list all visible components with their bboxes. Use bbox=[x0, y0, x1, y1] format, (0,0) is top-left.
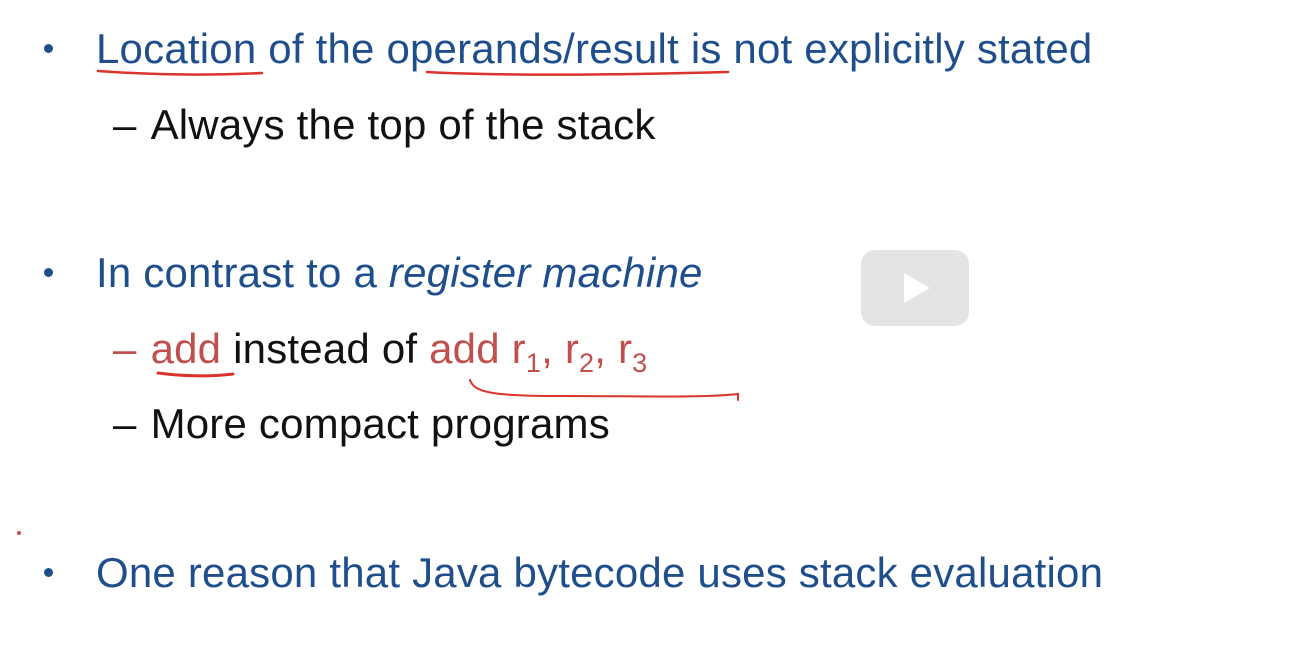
bullet-dot bbox=[44, 568, 53, 577]
play-button[interactable] bbox=[861, 250, 969, 326]
subitem-text: More compact programs bbox=[150, 400, 610, 447]
dash-marker: – bbox=[113, 325, 137, 372]
bullet-dot bbox=[44, 44, 53, 53]
dash-marker: – bbox=[113, 101, 137, 148]
dash-marker: – bbox=[113, 400, 137, 447]
subitem-text: Always the top of the stack bbox=[150, 101, 656, 148]
slide: Location of the operands/result is not e… bbox=[0, 0, 1297, 658]
register-comma-1: , r bbox=[541, 325, 580, 372]
subitem-add-registers: add r1, r2, r3 bbox=[429, 325, 647, 377]
register-sub-2: 2 bbox=[579, 348, 595, 378]
bullet-1-part-location: Location bbox=[96, 25, 257, 72]
register-sub-3: 3 bbox=[632, 348, 648, 378]
subitem-instead-of: instead of bbox=[221, 325, 430, 372]
bullet-1: Location of the operands/result is not e… bbox=[96, 24, 1092, 74]
bullet-3: One reason that Java bytecode uses stack… bbox=[96, 548, 1103, 598]
ink-dot bbox=[17, 531, 21, 535]
register-sub-1: 1 bbox=[525, 348, 542, 378]
underline-add-registers bbox=[469, 379, 739, 401]
register-add-r: add r bbox=[429, 325, 526, 372]
bullet-2-part-register-machine: register machine bbox=[388, 249, 703, 296]
bullet-2-subitem-2: – More compact programs bbox=[113, 399, 610, 449]
bullet-1-part-operands: operands/result bbox=[386, 25, 679, 72]
bullet-1-part-2: of the bbox=[256, 25, 387, 72]
subitem-add: add bbox=[150, 325, 222, 372]
bullet-1-part-4: is not explicitly stated bbox=[678, 25, 1093, 72]
bullet-2-subitem-1: – add instead of add r1, r2, r3 bbox=[113, 324, 647, 377]
bullet-dot bbox=[44, 268, 53, 277]
bullet-3-text: One reason that Java bytecode uses stack… bbox=[96, 549, 1104, 596]
bullet-2-part-1: In contrast to a bbox=[96, 249, 389, 296]
bullet-1-subitem-1: – Always the top of the stack bbox=[113, 100, 656, 150]
bullet-2: In contrast to a register machine bbox=[96, 248, 703, 298]
play-icon bbox=[904, 273, 930, 303]
register-comma-2: , r bbox=[594, 325, 633, 372]
